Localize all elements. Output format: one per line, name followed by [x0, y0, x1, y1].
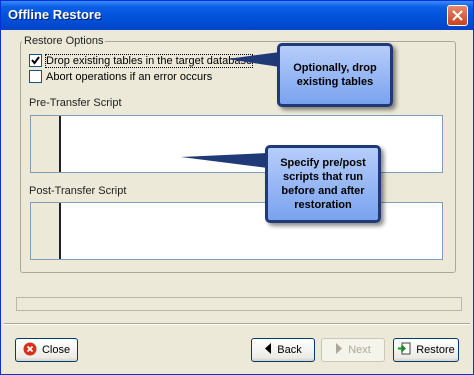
scripts-callout-text: Specify pre/post scripts that run before… [280, 157, 366, 211]
scripts-callout-pointer [181, 153, 268, 168]
drop-tables-callout-pointer [227, 52, 280, 67]
drop-tables-callout-text: Optionally, drop existing tables [293, 62, 377, 88]
callout-pointers [181, 52, 280, 168]
offline-restore-window: Offline Restore Restore Options Drop exi… [0, 0, 474, 375]
drop-tables-callout: Optionally, drop existing tables [277, 43, 393, 107]
scripts-callout: Specify pre/post scripts that run before… [265, 145, 381, 223]
